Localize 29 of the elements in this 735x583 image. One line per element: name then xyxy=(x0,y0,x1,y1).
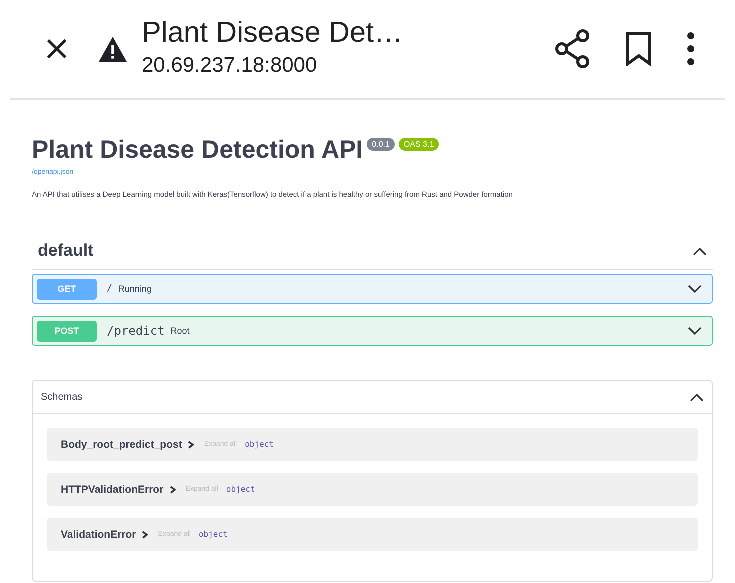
method-badge: GET xyxy=(37,278,97,300)
method-badge: POST xyxy=(37,320,97,342)
schema-type: object xyxy=(226,485,256,494)
oas-badge: OAS 3.1 xyxy=(398,138,440,151)
schema-type: object xyxy=(245,440,274,449)
schema-name: Body_root_predict_post xyxy=(61,438,182,450)
version-badge: 0.0.1 xyxy=(367,138,395,151)
bookmark-icon[interactable] xyxy=(625,32,653,66)
chevron-right-icon xyxy=(188,440,194,448)
operation-path: / xyxy=(107,284,112,294)
schema-name: ValidationError xyxy=(61,528,136,540)
schemas-title[interactable]: Schemas xyxy=(41,392,83,402)
chevron-icon[interactable] xyxy=(693,246,707,256)
api-title: Plant Disease Detection API xyxy=(32,136,364,165)
tag-name[interactable]: default xyxy=(38,241,94,261)
operation-summary: Root xyxy=(170,326,191,336)
operation-row[interactable]: POST /predict Root xyxy=(32,316,713,346)
share-icon[interactable] xyxy=(555,29,591,69)
operation-path: /predict xyxy=(107,324,165,338)
page-url: 20.69.237.18:8000 xyxy=(142,54,318,78)
operation-summary: Running xyxy=(118,284,153,294)
chevron-right-icon xyxy=(170,486,176,494)
chevron-icon[interactable] xyxy=(690,392,704,402)
schema-name: HTTPValidationError xyxy=(61,484,164,496)
page-title: Plant Disease Det… xyxy=(142,18,404,50)
chevron-right-icon xyxy=(142,530,148,538)
operation-row[interactable]: GET / Running xyxy=(32,274,713,304)
schema-type: object xyxy=(198,530,228,539)
menu-icon[interactable] xyxy=(687,32,695,66)
